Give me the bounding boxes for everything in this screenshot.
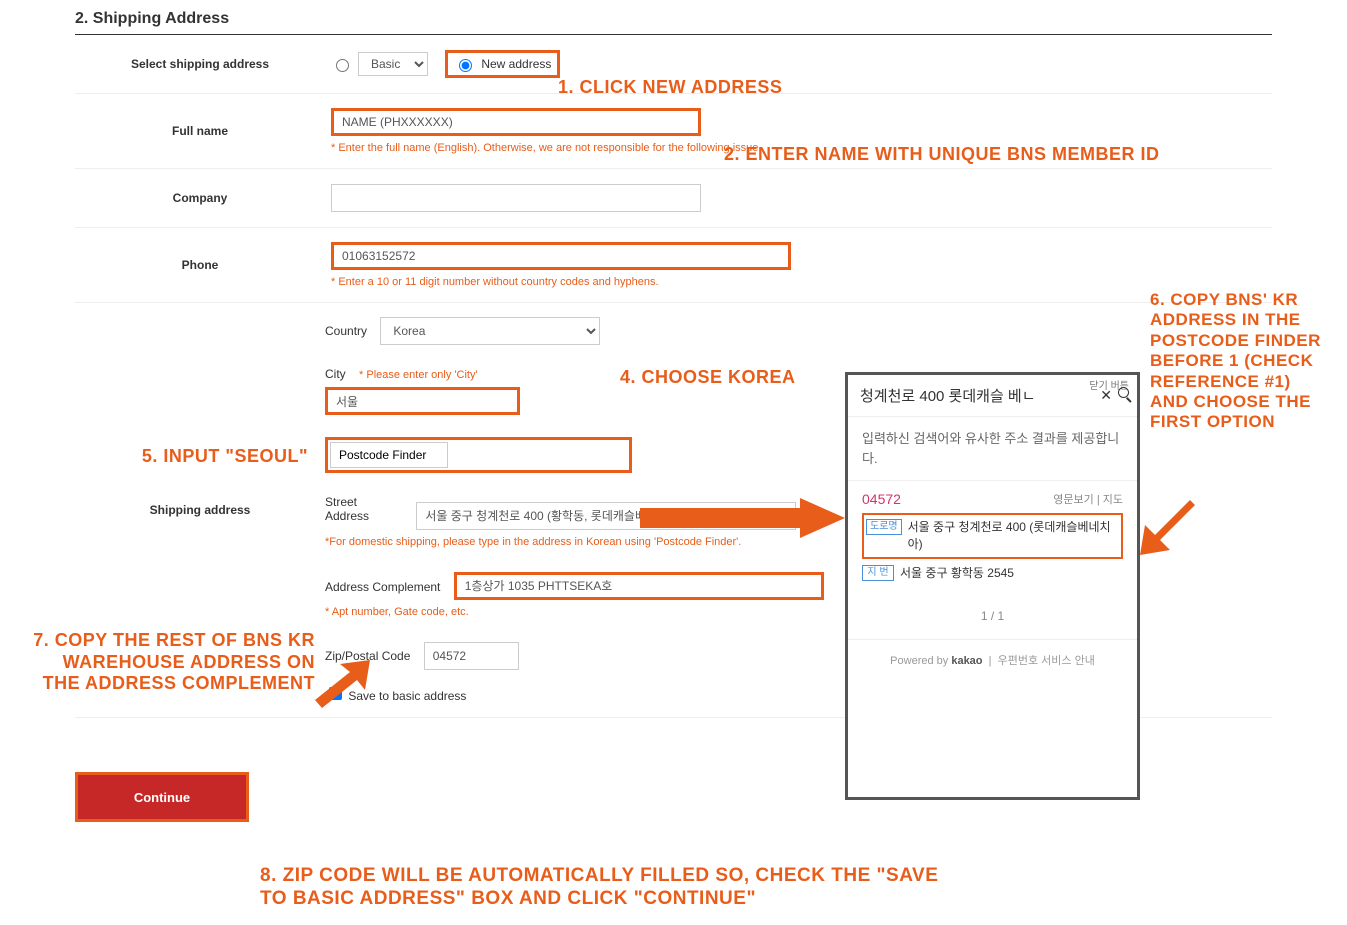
- jibun-address: 서울 중구 황학동 2545: [900, 565, 1014, 582]
- phone-hint: * Enter a 10 or 11 digit number without …: [331, 276, 1272, 288]
- row-company: Company: [75, 169, 1272, 228]
- street-sublabel: Street Address: [325, 495, 403, 523]
- postcode-result-first[interactable]: 도로명 서울 중구 청계천로 400 (롯데캐슬베네치아): [862, 513, 1123, 559]
- zip-sublabel: Zip/Postal Code: [325, 649, 410, 663]
- addrcomp-input[interactable]: [454, 572, 824, 600]
- postcode-result-links[interactable]: 영문보기 | 지도: [1053, 491, 1123, 507]
- row-fullname: Full name * Enter the full name (English…: [75, 94, 1272, 169]
- city-input[interactable]: [325, 387, 520, 415]
- select-basic[interactable]: Basic: [358, 52, 428, 76]
- row-select-address: Select shipping address Basic New addres…: [75, 35, 1272, 94]
- city-hint: * Please enter only 'City': [359, 369, 478, 381]
- street-input[interactable]: [416, 502, 796, 530]
- city-sublabel: City: [325, 367, 346, 381]
- section-title: 2. Shipping Address: [75, 10, 1272, 28]
- postcode-popup: 닫기 버튼 청계천로 400 롯데캐슬 베ㄴ ✕ 입력하신 검색어와 유사한 주…: [845, 372, 1140, 800]
- radio-new-address-label: New address: [481, 57, 551, 71]
- postcode-finder-button[interactable]: Postcode Finder: [330, 442, 448, 468]
- postcode-pager: 1 / 1: [862, 609, 1123, 623]
- label-select-address: Select shipping address: [75, 35, 325, 94]
- label-shipping-address: Shipping address: [75, 303, 325, 718]
- annot-8: 8. ZIP CODE WILL BE AUTOMATICALLY FILLED…: [260, 865, 940, 911]
- save-basic-label: Save to basic address: [348, 689, 466, 703]
- postcode-msg: 입력하신 검색어와 유사한 주소 결과를 제공합니다.: [848, 417, 1137, 481]
- radio-basic[interactable]: [336, 59, 349, 72]
- search-icon[interactable]: [1118, 387, 1129, 398]
- country-sublabel: Country: [325, 324, 367, 338]
- label-company: Company: [75, 169, 325, 228]
- phone-input[interactable]: [331, 242, 791, 270]
- company-input[interactable]: [331, 184, 701, 212]
- postcode-footer: Powered by kakao | 우편번호 서비스 안내: [848, 639, 1137, 680]
- row-phone: Phone * Enter a 10 or 11 digit number wi…: [75, 228, 1272, 303]
- continue-button[interactable]: Continue: [78, 775, 246, 819]
- fullname-input[interactable]: [331, 108, 701, 136]
- postcode-result-zip: 04572: [862, 491, 901, 507]
- jibun-tag: 지 번: [862, 565, 894, 581]
- save-basic-checkbox[interactable]: [329, 687, 342, 700]
- road-tag: 도로명: [866, 519, 902, 535]
- label-phone: Phone: [75, 228, 325, 303]
- addrcomp-sublabel: Address Complement: [325, 580, 440, 594]
- radio-new-address[interactable]: [459, 59, 472, 72]
- postcode-query: 청계천로 400 롯데캐슬 베ㄴ: [860, 385, 1100, 406]
- road-address: 서울 중구 청계천로 400 (롯데캐슬베네치아): [908, 519, 1119, 553]
- zip-input[interactable]: [424, 642, 519, 670]
- label-fullname: Full name: [75, 94, 325, 169]
- fullname-hint: * Enter the full name (English). Otherwi…: [331, 142, 1272, 154]
- country-select[interactable]: Korea: [380, 317, 600, 345]
